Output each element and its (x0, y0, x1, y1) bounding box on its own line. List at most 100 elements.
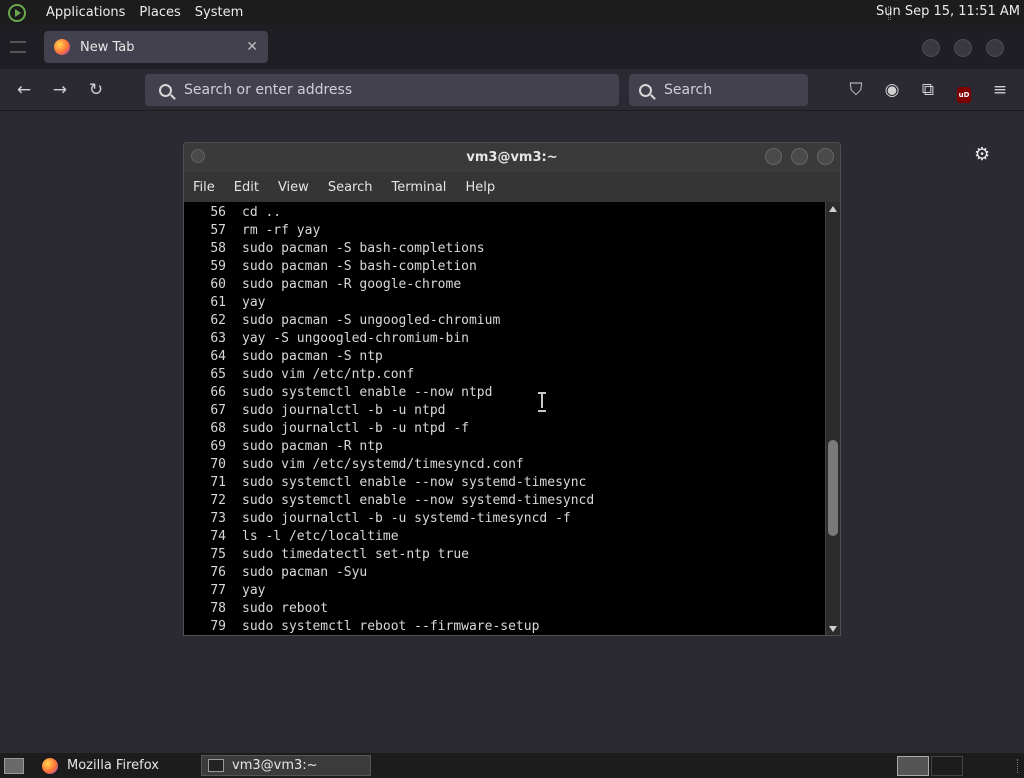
window-menu-button[interactable] (191, 149, 205, 163)
history-number: 59 (210, 259, 226, 274)
search-bar[interactable]: Search (629, 74, 808, 106)
reload-icon[interactable]: ↻ (85, 79, 107, 101)
text-cursor-icon (538, 392, 546, 412)
terminal-output[interactable]: 56 cd .. 57 rm -rf yay 58 sudo pacman -S bash… (184, 202, 826, 635)
minimize-button[interactable] (922, 39, 940, 57)
tab-new-tab[interactable]: New Tab ✕ (44, 31, 268, 63)
history-command: yay -S ungoogled-chromium-bin (242, 331, 469, 346)
history-command: rm -rf yay (242, 223, 321, 238)
terminal-line: 62 sudo pacman -S ungoogled-chromium (184, 312, 826, 330)
history-command: sudo timedatectl set-ntp true (242, 547, 469, 562)
workspace-2[interactable] (931, 756, 963, 776)
menu-help[interactable]: Help (465, 180, 495, 195)
workspace-1[interactable] (897, 756, 929, 776)
account-icon[interactable]: ◉ (881, 79, 903, 101)
history-command: sudo pacman -S bash-completion (242, 259, 477, 274)
history-number: 66 (210, 385, 226, 400)
menu-search[interactable]: Search (328, 180, 373, 195)
terminal-line: 68 sudo journalctl -b -u ntpd -f (184, 420, 826, 438)
firefox-icon (42, 757, 58, 774)
history-command: sudo journalctl -b -u systemd-timesyncd … (242, 511, 571, 526)
applications-menu[interactable]: Applications (46, 5, 125, 20)
history-number: 74 (210, 529, 226, 544)
bottom-panel: Mozilla Firefox vm3@vm3:~ (0, 753, 1024, 778)
history-command: ls -l /etc/localtime (242, 529, 399, 544)
history-number: 70 (210, 457, 226, 472)
history-command: sudo systemctl enable --now systemd-time… (242, 475, 587, 490)
history-number: 61 (210, 295, 226, 310)
history-command: sudo systemctl enable --now systemd-time… (242, 493, 595, 508)
terminal-line: 67 sudo journalctl -b -u ntpd (184, 402, 826, 420)
gear-icon[interactable]: ⚙ (974, 144, 990, 165)
history-command: sudo vim /etc/ntp.conf (242, 367, 415, 382)
show-desktop-icon[interactable] (4, 757, 24, 774)
system-menu[interactable]: System (195, 5, 243, 20)
ublock-icon[interactable]: uD (953, 81, 975, 103)
address-bar[interactable]: Search or enter address (145, 74, 619, 106)
menu-view[interactable]: View (278, 180, 309, 195)
terminal-titlebar[interactable]: vm3@vm3:~ (184, 143, 840, 172)
terminal-line: 77 yay (184, 582, 826, 600)
terminal-maximize-button[interactable] (791, 148, 808, 165)
terminal-close-button[interactable] (817, 148, 834, 165)
terminal-line: 78 sudo reboot (184, 600, 826, 618)
back-icon[interactable]: ← (13, 79, 35, 101)
browser-tabbar: New Tab ✕ (0, 25, 1024, 69)
history-command: sudo pacman -S ntp (242, 349, 383, 364)
taskbar-item-label: Mozilla Firefox (67, 758, 159, 773)
menu-edit[interactable]: Edit (234, 180, 259, 195)
menu-icon[interactable]: ≡ (989, 79, 1011, 101)
history-number: 78 (210, 601, 226, 616)
search-icon (159, 83, 172, 97)
extensions-icon[interactable]: ⧉ (917, 79, 939, 101)
list-all-tabs-icon[interactable] (10, 41, 26, 53)
forward-icon[interactable]: → (49, 79, 71, 101)
top-panel: Applications Places System Sun Sep 15, 1… (0, 0, 1024, 25)
tab-title: New Tab (80, 39, 135, 55)
terminal-line: 61 yay (184, 294, 826, 312)
maximize-button[interactable] (954, 39, 972, 57)
firefox-icon (54, 39, 70, 55)
terminal-line: 70 sudo vim /etc/systemd/timesyncd.conf (184, 456, 826, 474)
terminal-line: 72 sudo systemctl enable --now systemd-ti… (184, 492, 826, 510)
terminal-line: 73 sudo journalctl -b -u systemd-timesync… (184, 510, 826, 528)
terminal-line: 79 sudo systemctl reboot --firmware-setup (184, 618, 826, 635)
scrollbar-thumb[interactable] (828, 440, 838, 536)
ublock-badge: uD (957, 87, 971, 103)
terminal-window: vm3@vm3:~ File Edit View Search Terminal… (183, 142, 841, 636)
pocket-icon[interactable]: ⛉ (845, 79, 867, 101)
history-command: cd .. (242, 205, 282, 220)
taskbar-item-terminal[interactable]: vm3@vm3:~ (201, 755, 371, 776)
terminal-scrollbar[interactable] (825, 202, 840, 635)
clock[interactable]: Sun Sep 15, 11:51 AM (876, 4, 1020, 19)
history-command: sudo pacman -Syu (242, 565, 368, 580)
distro-logo-icon[interactable] (8, 3, 26, 22)
terminal-line: 71 sudo systemctl enable --now systemd-ti… (184, 474, 826, 492)
taskbar-item-label: vm3@vm3:~ (232, 758, 318, 773)
history-number: 76 (210, 565, 226, 580)
history-command: sudo pacman -R google-chrome (242, 277, 462, 292)
search-placeholder: Search (664, 82, 713, 98)
terminal-minimize-button[interactable] (765, 148, 782, 165)
history-number: 75 (210, 547, 226, 562)
scroll-down-icon[interactable] (829, 626, 837, 632)
terminal-line: 65 sudo vim /etc/ntp.conf (184, 366, 826, 384)
history-command: sudo journalctl -b -u ntpd (242, 403, 446, 418)
close-window-button[interactable] (986, 39, 1004, 57)
history-command: yay (242, 583, 266, 598)
terminal-line: 76 sudo pacman -Syu (184, 564, 826, 582)
history-command: sudo systemctl reboot --firmware-setup (242, 619, 540, 634)
history-command: yay (242, 295, 266, 310)
menu-terminal[interactable]: Terminal (391, 180, 446, 195)
terminal-line: 58 sudo pacman -S bash-completions (184, 240, 826, 258)
close-tab-icon[interactable]: ✕ (246, 39, 258, 55)
places-menu[interactable]: Places (139, 5, 180, 20)
history-command: sudo journalctl -b -u ntpd -f (242, 421, 469, 436)
menu-file[interactable]: File (193, 180, 215, 195)
scroll-up-icon[interactable] (829, 206, 837, 212)
history-command: sudo pacman -S ungoogled-chromium (242, 313, 501, 328)
terminal-line: 74 ls -l /etc/localtime (184, 528, 826, 546)
taskbar-item-firefox[interactable]: Mozilla Firefox (36, 755, 194, 776)
browser-navbar: ← → ↻ Search or enter address Search ⛉ ◉… (0, 69, 1024, 111)
terminal-line: 60 sudo pacman -R google-chrome (184, 276, 826, 294)
